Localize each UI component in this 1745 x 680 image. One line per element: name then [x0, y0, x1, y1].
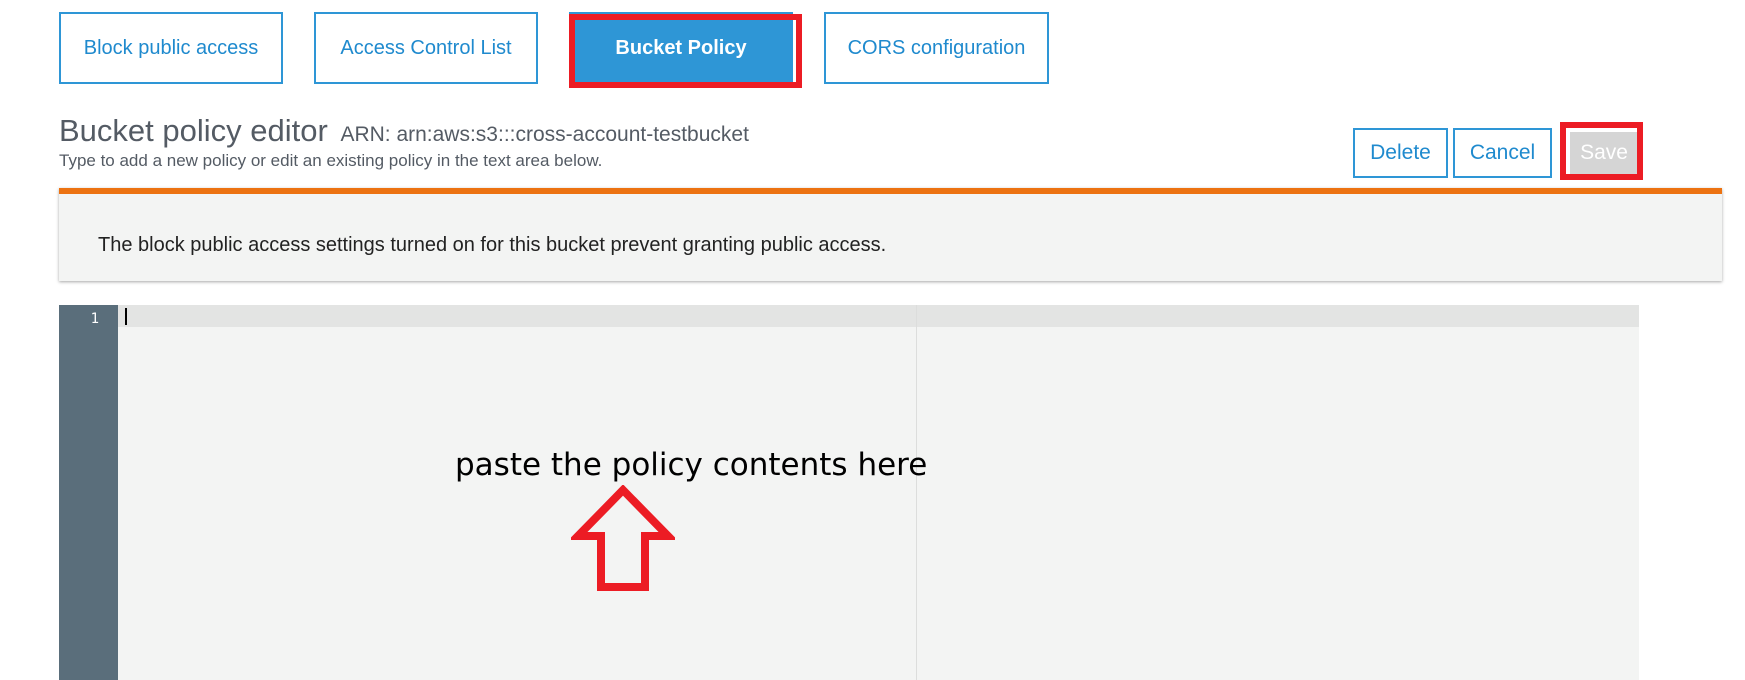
paste-hint-annotation: paste the policy contents here	[455, 447, 928, 483]
alert-message: The block public access settings turned …	[98, 234, 887, 256]
cancel-button[interactable]: Cancel	[1453, 128, 1552, 178]
editor-title-text: Bucket policy editor	[59, 113, 328, 148]
tab-label: Block public access	[83, 36, 259, 59]
print-margin	[916, 305, 917, 680]
tab-bucket-policy[interactable]: Bucket Policy	[569, 12, 793, 84]
save-button[interactable]: Save	[1570, 132, 1638, 174]
active-line-highlight	[118, 305, 1639, 327]
bucket-arn: ARN: arn:aws:s3:::cross-account-testbuck…	[340, 123, 749, 146]
save-button-label: Save	[1580, 141, 1628, 164]
tab-label: Access Control List	[340, 36, 512, 59]
tab-access-control-list[interactable]: Access Control List	[314, 12, 538, 84]
page-title: Bucket policy editor ARN: arn:aws:s3:::c…	[59, 113, 749, 149]
line-number: 1	[90, 311, 99, 327]
line-number-gutter: 1	[59, 305, 118, 680]
cancel-button-label: Cancel	[1469, 141, 1536, 164]
policy-code-editor[interactable]: 1	[59, 305, 1639, 680]
text-cursor	[125, 308, 127, 325]
tab-label: CORS configuration	[847, 36, 1026, 59]
tab-label: Bucket Policy	[615, 36, 747, 59]
up-arrow-icon	[571, 485, 675, 591]
editor-instructions: Type to add a new policy or edit an exis…	[59, 151, 603, 170]
delete-button-label: Delete	[1370, 141, 1431, 164]
tab-cors-configuration[interactable]: CORS configuration	[824, 12, 1049, 84]
delete-button[interactable]: Delete	[1353, 128, 1448, 178]
tab-block-public-access[interactable]: Block public access	[59, 12, 283, 84]
block-public-access-alert: The block public access settings turned …	[59, 188, 1722, 281]
